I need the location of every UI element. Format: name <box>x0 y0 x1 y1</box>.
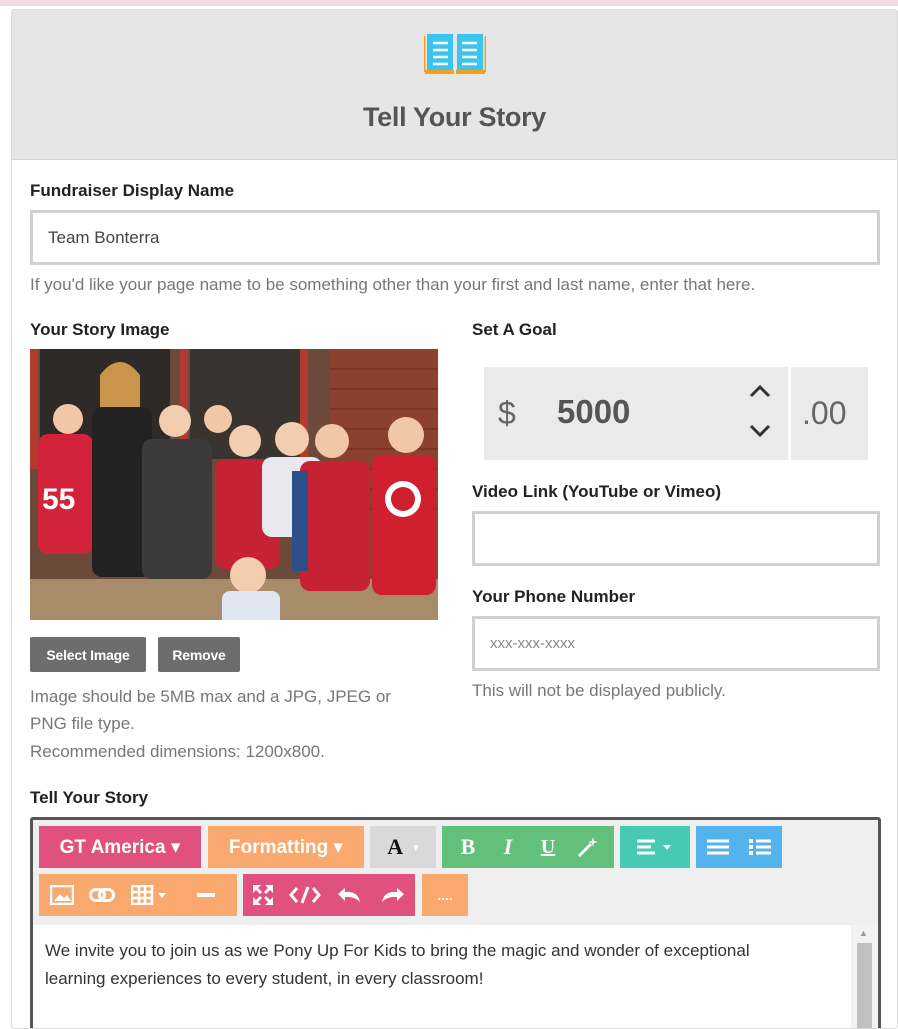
story-editor: GT America ▾ Formatting ▾ A ▾ B I U ....… <box>30 817 881 1028</box>
link-icon[interactable] <box>82 874 122 916</box>
phone-help: This will not be displayed publicly. <box>472 681 726 700</box>
jersey-number: 55 <box>42 483 75 516</box>
display-name-input[interactable]: Team Bonterra <box>30 210 880 265</box>
select-image-button[interactable]: Select Image <box>30 637 146 672</box>
formatting-dropdown[interactable]: Formatting ▾ <box>208 826 364 868</box>
fullscreen-icon[interactable] <box>243 874 283 916</box>
phone-input[interactable]: xxx-xxx-xxxx <box>472 616 880 671</box>
view-group <box>243 874 415 916</box>
font-family-label: GT America ▾ <box>59 836 181 858</box>
font-color-button[interactable]: A ▾ <box>370 826 436 868</box>
currency-symbol: $ <box>498 395 516 431</box>
tell-story-card: Tell Your Story Fundraiser Display Name … <box>11 9 898 1029</box>
story-text-area[interactable]: We invite you to join us as we Pony Up F… <box>33 925 851 1028</box>
code-icon[interactable] <box>283 874 327 916</box>
more-options-button[interactable]: .... <box>422 874 468 916</box>
font-color-letter: A <box>387 834 404 859</box>
scroll-thumb[interactable] <box>857 943 872 1028</box>
redo-icon[interactable] <box>371 874 415 916</box>
goal-amount-input[interactable]: 5000 <box>557 393 630 431</box>
image-help-line-2: PNG file type. <box>30 714 135 733</box>
table-icon[interactable] <box>122 874 178 916</box>
undo-icon[interactable] <box>327 874 371 916</box>
phone-placeholder: xxx-xxx-xxxx <box>490 635 575 652</box>
remove-image-button[interactable]: Remove <box>158 637 240 672</box>
display-name-label: Fundraiser Display Name <box>30 181 235 200</box>
formatting-label: Formatting ▾ <box>228 836 344 858</box>
chevron-down-icon[interactable] <box>748 419 772 445</box>
bullet-list-icon[interactable] <box>697 826 739 868</box>
goal-divider <box>788 367 791 460</box>
display-name-help: If you'd like your page name to be somet… <box>30 275 756 294</box>
story-label: Tell Your Story <box>30 788 149 807</box>
image-icon[interactable] <box>42 874 82 916</box>
horizontal-rule-icon[interactable] <box>178 874 234 916</box>
top-accent-strip <box>0 0 898 6</box>
magic-wand-icon[interactable] <box>568 826 608 868</box>
editor-scrollbar[interactable]: ▲ <box>851 925 878 1028</box>
image-help-line-1: Image should be 5MB max and a JPG, JPEG … <box>30 687 391 706</box>
text-style-group: B I U <box>442 826 614 868</box>
goal-label: Set A Goal <box>472 320 557 339</box>
insert-group <box>39 874 237 916</box>
card-header: Tell Your Story <box>12 10 897 160</box>
story-photo: 55 <box>30 349 438 620</box>
video-link-input[interactable] <box>472 511 880 566</box>
align-dropdown[interactable] <box>620 826 690 868</box>
display-name-value: Team Bonterra <box>48 227 160 247</box>
list-group <box>696 826 782 868</box>
image-help-line-3: Recommended dimensions: 1200x800. <box>30 742 325 761</box>
goal-cents: .00 <box>802 395 847 431</box>
font-family-dropdown[interactable]: GT America ▾ <box>39 826 201 868</box>
story-text-line-2: learning experiences to every student, i… <box>45 969 484 988</box>
scroll-up-arrow[interactable]: ▲ <box>859 928 868 938</box>
phone-label: Your Phone Number <box>472 587 636 606</box>
video-link-label: Video Link (YouTube or Vimeo) <box>472 482 722 501</box>
goal-input-group: $ 5000 .00 <box>484 367 868 460</box>
bold-button[interactable]: B <box>448 826 488 868</box>
chevron-up-icon[interactable] <box>748 379 772 405</box>
underline-button[interactable]: U <box>528 826 568 868</box>
more-options-label: .... <box>437 887 453 903</box>
story-text-line-1: We invite you to join us as we Pony Up F… <box>45 941 750 960</box>
numbered-list-icon[interactable] <box>739 826 781 868</box>
page-title: Tell Your Story <box>362 102 547 132</box>
story-image-label: Your Story Image <box>30 320 170 339</box>
book-icon <box>424 34 486 74</box>
align-icon <box>637 839 671 855</box>
italic-button[interactable]: I <box>488 826 528 868</box>
